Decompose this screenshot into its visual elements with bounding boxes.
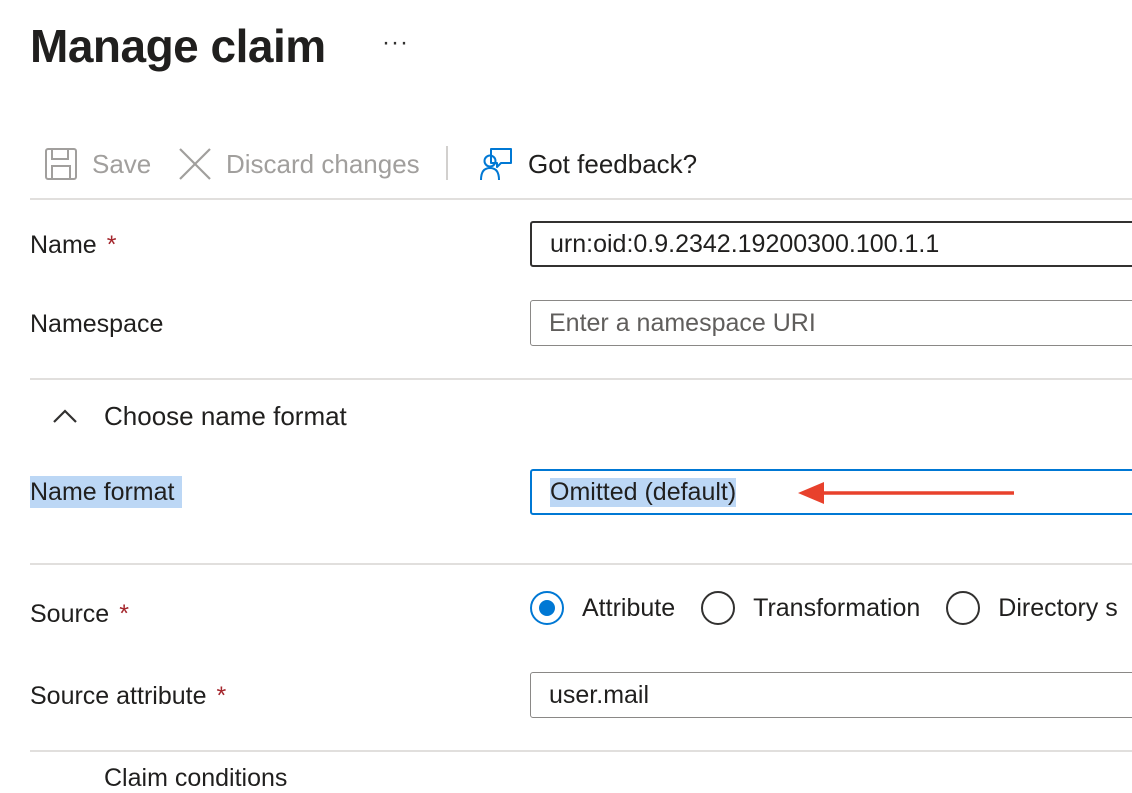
section-divider bbox=[30, 750, 1132, 752]
close-icon bbox=[179, 148, 211, 180]
name-label-text: Name bbox=[30, 231, 97, 259]
source-radio-directory[interactable]: Directory s bbox=[946, 591, 1118, 625]
name-format-label: Name format bbox=[30, 476, 183, 508]
section-title: Choose name format bbox=[104, 400, 347, 431]
namespace-label: Namespace bbox=[30, 310, 164, 338]
feedback-person-icon bbox=[480, 148, 512, 181]
choose-name-format-toggle[interactable]: Choose name format bbox=[52, 396, 347, 436]
radio-unselected-icon bbox=[701, 591, 736, 625]
save-icon bbox=[45, 148, 77, 180]
namespace-input[interactable] bbox=[549, 308, 1132, 338]
claim-conditions-toggle[interactable]: Claim conditions bbox=[104, 764, 287, 793]
discard-changes-button[interactable]: Discard changes bbox=[178, 138, 420, 190]
radio-unselected-icon bbox=[946, 591, 981, 625]
radio-label: Directory s bbox=[998, 593, 1118, 622]
required-marker: * bbox=[119, 600, 129, 628]
name-format-value: Omitted (default) bbox=[550, 477, 737, 507]
annotation-arrow-icon bbox=[798, 482, 1014, 504]
namespace-field[interactable] bbox=[530, 300, 1132, 346]
chevron-up-icon bbox=[53, 409, 77, 423]
required-marker: * bbox=[216, 682, 227, 710]
more-options-button[interactable]: ··· bbox=[382, 28, 409, 58]
name-field-value: urn:oid:0.9.2342.19200300.100.1.1 bbox=[550, 229, 940, 258]
toolbar-divider bbox=[446, 146, 448, 180]
command-bar: Save Discard changes Got feedback? bbox=[30, 138, 730, 190]
name-label: Name * bbox=[30, 229, 116, 261]
feedback-label: Got feedback? bbox=[528, 148, 698, 179]
source-radio-attribute[interactable]: Attribute bbox=[530, 591, 675, 625]
toolbar-divider-line bbox=[30, 198, 1132, 200]
source-label-text: Source bbox=[30, 600, 110, 628]
radio-selected-icon bbox=[530, 591, 564, 625]
section-divider bbox=[30, 378, 1132, 380]
source-attribute-label-text: Source attribute bbox=[30, 682, 207, 710]
radio-label: Transformation bbox=[753, 593, 921, 622]
source-radio-transformation[interactable]: Transformation bbox=[701, 591, 920, 625]
section-divider bbox=[30, 563, 1132, 565]
radio-label: Attribute bbox=[582, 593, 676, 622]
source-attribute-value: user.mail bbox=[549, 680, 650, 709]
discard-changes-label: Discard changes bbox=[226, 148, 420, 179]
source-radio-group: Attribute Transformation Directory s bbox=[530, 586, 1132, 630]
required-marker: * bbox=[106, 231, 117, 259]
name-field[interactable]: urn:oid:0.9.2342.19200300.100.1.1 bbox=[530, 221, 1132, 267]
source-attribute-label: Source attribute * bbox=[30, 680, 226, 712]
source-attribute-dropdown[interactable]: user.mail bbox=[530, 672, 1132, 718]
page-title: Manage claim bbox=[30, 20, 326, 72]
save-button[interactable]: Save bbox=[44, 138, 151, 190]
save-label: Save bbox=[92, 148, 152, 179]
feedback-button[interactable]: Got feedback? bbox=[478, 138, 697, 190]
source-label: Source * bbox=[30, 598, 129, 630]
